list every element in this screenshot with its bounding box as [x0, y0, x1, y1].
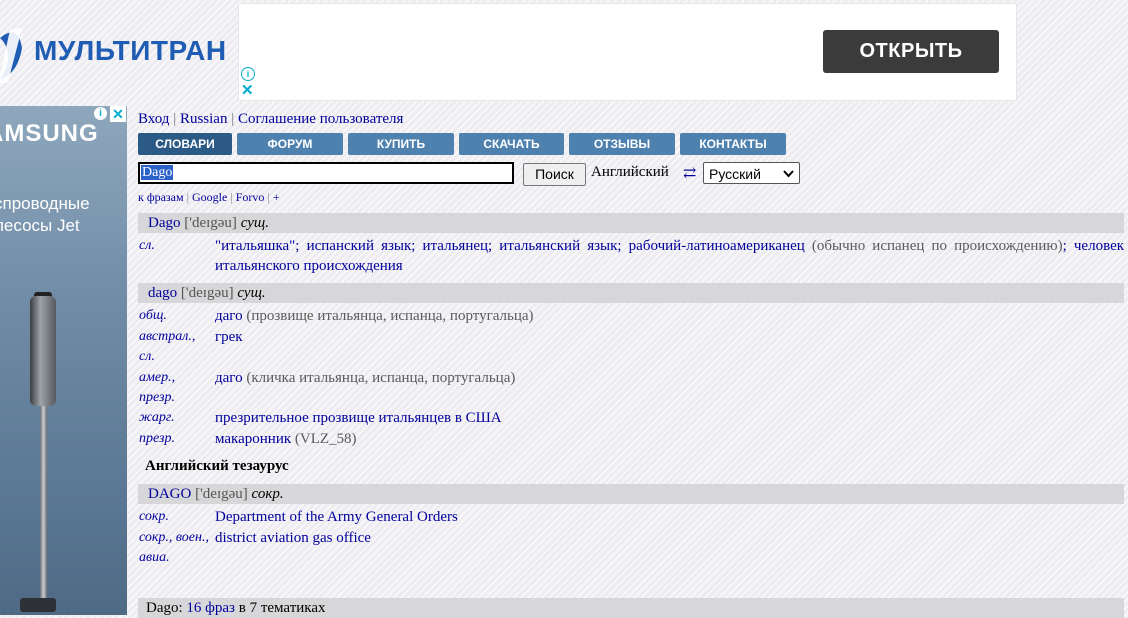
translation-note[interactable]: (VLZ_58) [295, 431, 357, 447]
separator: | [173, 111, 177, 127]
separator: | [267, 190, 270, 204]
subject-label[interactable]: сокр., воен., авиа. [139, 528, 211, 568]
ad-text-line: лесосы Jet [0, 216, 80, 235]
target-language-select[interactable]: Русский [703, 162, 800, 184]
phrases-summary: Dago: 16 фраз в 7 тематиках [138, 598, 1124, 618]
entry-header: dago ['deɪgəu] сущ. [138, 283, 1124, 303]
translation-link[interactable]: district aviation gas office [215, 530, 371, 546]
phrases-link[interactable]: к фразам [138, 190, 184, 204]
login-link[interactable]: Вход [138, 111, 169, 127]
subject-label[interactable]: амер., презр. [139, 368, 211, 408]
language-link[interactable]: Russian [180, 111, 228, 127]
agreement-link[interactable]: Соглашение пользователя [238, 111, 403, 127]
translation-note: (обычно испанец по происхождению) [811, 238, 1063, 254]
entry-word[interactable]: dago [148, 285, 177, 301]
translation-link[interactable]: даго [215, 370, 243, 386]
search-sublinks: к фразам | Google | Forvo | + [138, 190, 280, 205]
vacuum-image [20, 598, 56, 612]
translation-link[interactable]: даго [215, 308, 243, 324]
entry-header: DAGO ['deɪgəu] сокр. [138, 484, 1124, 504]
nav-buy[interactable]: КУПИТЬ [348, 133, 454, 155]
translation-text: даго (прозвище итальянца, испанца, порту… [215, 306, 1124, 326]
phrases-count-link[interactable]: 16 фраз [186, 600, 235, 616]
logo-icon [0, 28, 22, 84]
thesaurus-title: Английский тезаурус [145, 458, 289, 474]
site-logo[interactable]: МУЛЬТИТРАН [0, 18, 235, 88]
translation-text: макаронник (VLZ_58) [215, 429, 1124, 449]
translation-note: (прозвище итальянца, испанца, португальц… [246, 308, 534, 324]
subject-label[interactable]: общ. [139, 306, 211, 326]
search-button[interactable]: Поиск [523, 163, 586, 186]
entry-word[interactable]: Dago [148, 215, 181, 231]
translation-link[interactable]: грек [215, 329, 243, 345]
info-icon[interactable]: i [94, 107, 107, 120]
translation-text: грек [215, 327, 1124, 347]
nav-forum[interactable]: ФОРУМ [237, 133, 343, 155]
transcription: ['deɪgəu] [184, 215, 237, 231]
translation-text: даго (кличка итальянца, испанца, португа… [215, 368, 1124, 388]
subject-label[interactable]: жарг. [139, 408, 211, 428]
vacuum-image [30, 296, 56, 406]
translation-row: сл. "итальяшка"; испанский язык; итальян… [138, 236, 1124, 278]
summary-rest: в 7 тематиках [238, 600, 326, 616]
ad-brand: AMSUNG [0, 120, 99, 147]
nav-dictionaries[interactable]: СЛОВАРИ [138, 133, 232, 155]
entry-word[interactable]: DAGO [148, 486, 191, 502]
chevron-down-icon [783, 163, 794, 193]
subject-label[interactable]: сокр. [139, 507, 211, 527]
ad-open-button[interactable]: ОТКРЫТЬ [823, 30, 999, 73]
plus-link[interactable]: + [273, 190, 280, 204]
top-ad-banner[interactable]: ОТКРЫТЬ i ✕ [238, 3, 1017, 101]
target-language-value: Русский [709, 166, 761, 182]
close-icon[interactable]: ✕ [110, 106, 126, 122]
translation-text: презрительное прозвище итальянцев в США [215, 408, 1124, 428]
subject-label[interactable]: презр. [139, 429, 211, 449]
transcription: ['deɪgəu] [195, 486, 248, 502]
swap-languages-icon[interactable]: ⇄ [683, 163, 696, 183]
translation-text: Department of the Army General Orders [215, 507, 1124, 527]
google-link[interactable]: Google [192, 190, 227, 204]
entry-header: Dago ['deɪgəu] сущ. [138, 213, 1124, 233]
separator: | [231, 111, 235, 127]
search-input-value: Dago [141, 165, 174, 180]
vacuum-image [40, 406, 47, 601]
translation-text: "итальяшка"; испанский язык; итальянец; … [215, 236, 1124, 276]
forvo-link[interactable]: Forvo [236, 190, 265, 204]
summary-word: Dago [146, 600, 179, 616]
source-language: Английский [591, 164, 669, 180]
top-links: Вход | Russian | Соглашение пользователя [138, 111, 403, 128]
translation-link[interactable]: "итальяшка"; испанский язык; итальянец; … [215, 238, 805, 254]
part-of-speech: сокр. [251, 486, 284, 502]
side-ad-banner[interactable]: i ✕ AMSUNG спроводные лесосы Jet [0, 106, 127, 615]
part-of-speech: сущ. [237, 285, 266, 301]
close-icon[interactable]: ✕ [241, 83, 254, 98]
nav-download[interactable]: СКАЧАТЬ [459, 133, 564, 155]
nav-contacts[interactable]: КОНТАКТЫ [680, 133, 786, 155]
translation-link[interactable]: Department of the Army General Orders [215, 509, 458, 525]
translation-note: (кличка итальянца, испанца, португальца) [246, 370, 516, 386]
subject-label[interactable]: австрал., сл. [139, 327, 211, 367]
subject-label[interactable]: сл. [139, 236, 211, 256]
search-input[interactable]: Dago [138, 162, 514, 184]
translation-link[interactable]: презрительное прозвище итальянцев в США [215, 410, 502, 426]
nav-reviews[interactable]: ОТЗЫВЫ [569, 133, 675, 155]
part-of-speech: сущ. [240, 215, 269, 231]
separator: | [230, 190, 233, 204]
translation-link[interactable]: макаронник [215, 431, 291, 447]
translation-text: district aviation gas office [215, 528, 1124, 548]
ad-text-line: спроводные [0, 194, 90, 213]
info-icon[interactable]: i [241, 67, 255, 81]
separator: | [186, 190, 189, 204]
transcription: ['deɪgəu] [180, 285, 234, 301]
logo-text: МУЛЬТИТРАН [34, 35, 227, 66]
